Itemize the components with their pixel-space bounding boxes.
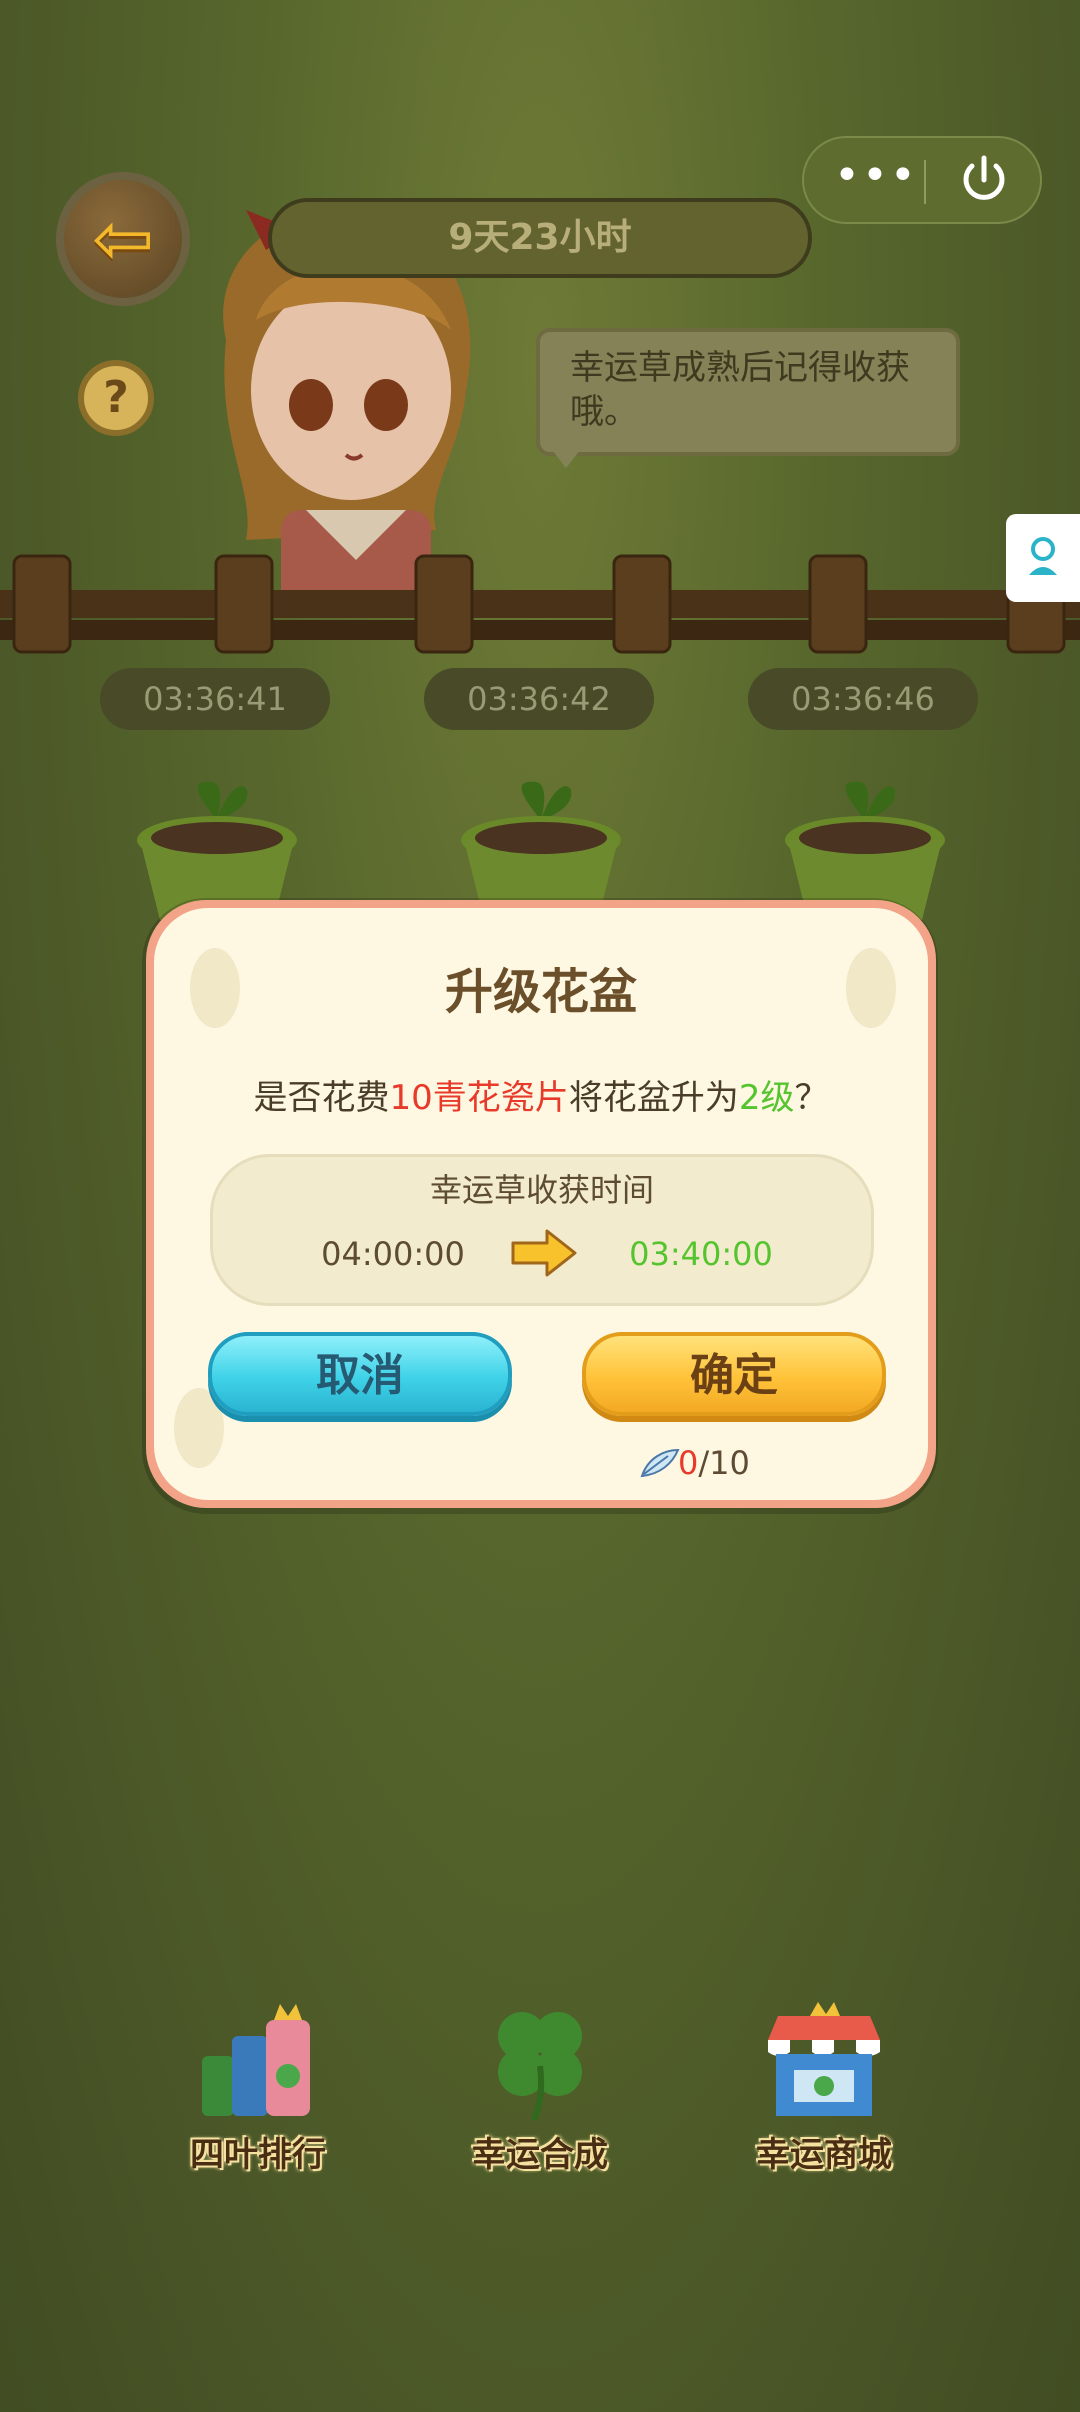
close-power-icon[interactable] (954, 150, 1014, 210)
upgrade-cost: 10青花瓷片 (389, 1078, 569, 1118)
capsule-divider (924, 160, 926, 204)
mini-program-capsule: ••• (802, 136, 1042, 224)
more-menu-button[interactable]: ••• (834, 138, 916, 222)
dialog-body: 升级花盆 是否花费10青花瓷片将花盆升为2级？ 幸运草收获时间 04:00:00… (154, 908, 928, 1500)
customer-service-icon (1029, 537, 1057, 575)
speech-bubble: 幸运草成熟后记得收获哦。 (536, 328, 960, 456)
shard-counter: 0/10 (678, 1444, 750, 1482)
help-button[interactable]: ? (78, 360, 154, 436)
harvest-time-label: 幸运草收获时间 (429, 1171, 654, 1209)
upgrade-pot-dialog: 升级花盆 是否花费10青花瓷片将花盆升为2级？ 幸运草收获时间 04:00:00… (146, 900, 936, 1508)
back-button[interactable]: ⇦ (56, 172, 190, 306)
porcelain-shard-icon (640, 1448, 680, 1478)
question-middle: 将花盆升为 (568, 1078, 739, 1118)
nav-synthesis-label: 幸运合成 (472, 2135, 608, 2175)
shards-owned: 0 (678, 1444, 699, 1482)
question-suffix: ？ (794, 1078, 829, 1118)
current-harvest-time: 04:00:00 (321, 1235, 465, 1273)
back-arrow-icon: ⇦ (91, 196, 154, 282)
nav-shop-label: 幸运商城 (756, 2135, 892, 2175)
nav-shop[interactable]: 幸运商城 (724, 1996, 924, 2176)
question-prefix: 是否花费 (253, 1078, 390, 1118)
cancel-button[interactable]: 取消 (208, 1332, 512, 1416)
nav-ranking-label: 四叶排行 (190, 2135, 326, 2175)
dialog-question: 是否花费10青花瓷片将花盆升为2级？ (154, 1070, 928, 1119)
wooden-fence (0, 554, 1080, 654)
speech-bubble-tail (552, 450, 580, 468)
target-level: 2级 (738, 1078, 795, 1118)
confirm-button[interactable]: 确定 (582, 1332, 886, 1416)
harvest-time-box: 幸运草收获时间 04:00:00 03:40:00 (210, 1154, 874, 1306)
shards-required: /10 (698, 1444, 750, 1482)
pot-timer-1: 03:36:41 (100, 668, 330, 730)
pot-timer-2: 03:36:42 (424, 668, 654, 730)
nav-synthesis[interactable]: 幸运合成 (440, 1996, 640, 2176)
clover-icon (498, 2012, 582, 2122)
dialog-title: 升级花盆 (444, 964, 637, 1020)
event-countdown: 9天23小时 (268, 198, 812, 278)
upgraded-harvest-time: 03:40:00 (629, 1235, 773, 1273)
side-float-tab[interactable] (1006, 514, 1080, 602)
pot-timer-3: 03:36:46 (748, 668, 978, 730)
nav-ranking[interactable]: 四叶排行 (158, 1996, 358, 2176)
ranking-icon (202, 2004, 310, 2116)
shop-icon (768, 2002, 880, 2116)
arrow-right-icon (511, 1229, 577, 1277)
